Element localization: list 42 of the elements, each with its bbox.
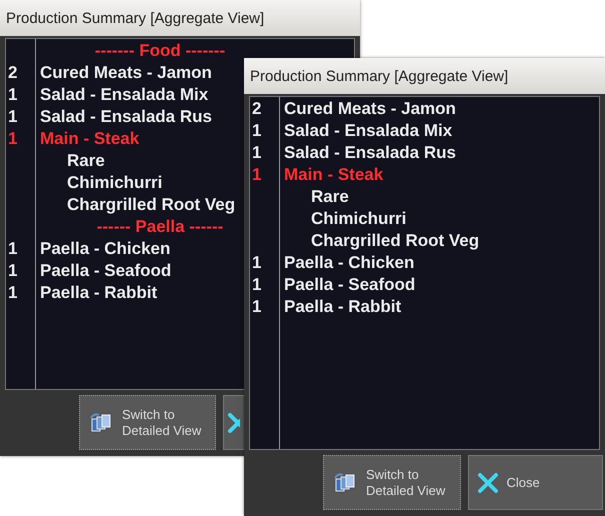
quantity-text: 1 bbox=[252, 275, 262, 294]
item-name: Salad - Ensalada Mix bbox=[283, 120, 452, 142]
quantity-text: 1 bbox=[8, 283, 18, 302]
category-header: ------- Food ------- bbox=[94, 40, 226, 62]
item-name: Paella - Seafood bbox=[283, 274, 416, 296]
quantity-text: 1 bbox=[252, 165, 262, 184]
close-icon bbox=[227, 412, 240, 434]
quantity-text: 2 bbox=[252, 99, 262, 118]
item-name: Paella - Rabbit bbox=[39, 282, 158, 304]
switch-view-button[interactable]: Switch to Detailed View bbox=[323, 455, 460, 510]
item-name: Main - Steak bbox=[39, 128, 140, 150]
item-name: Salad - Ensalada Rus bbox=[39, 106, 212, 128]
item-name: Salad - Ensalada Rus bbox=[283, 142, 456, 164]
item-name: Paella - Chicken bbox=[39, 238, 170, 260]
item-name: Salad - Ensalada Mix bbox=[39, 84, 208, 106]
modifier-text: Chargrilled Root Veg bbox=[66, 194, 236, 216]
modifier-text: Chargrilled Root Veg bbox=[310, 230, 480, 252]
item-name: Main - Steak bbox=[283, 164, 384, 186]
window-title: Production Summary [Aggregate View] bbox=[0, 0, 360, 36]
quantity-text: 1 bbox=[8, 85, 18, 104]
close-icon bbox=[476, 472, 498, 494]
close-button[interactable]: Close bbox=[468, 455, 603, 510]
quantity-text: 1 bbox=[8, 107, 18, 126]
item-name: Cured Meats - Jamon bbox=[39, 62, 212, 84]
item-name: Cured Meats - Jamon bbox=[283, 98, 456, 120]
modifier-text: Rare bbox=[66, 150, 105, 172]
quantity-text: 1 bbox=[252, 297, 262, 316]
modifier-text: Rare bbox=[310, 186, 349, 208]
quantity-text: 1 bbox=[8, 239, 18, 258]
quantity-text: 1 bbox=[252, 121, 262, 140]
modifier-text: Chimichurri bbox=[66, 172, 162, 194]
quantity-text: 2 bbox=[8, 63, 18, 82]
switch-view-button[interactable]: Switch to Detailed View bbox=[79, 395, 216, 450]
item-name: Paella - Rabbit bbox=[283, 296, 402, 318]
window-title: Production Summary [Aggregate View] bbox=[244, 58, 605, 94]
quantity-text: 1 bbox=[8, 129, 18, 148]
quantity-text: 1 bbox=[252, 253, 262, 272]
item-name: Paella - Seafood bbox=[39, 260, 172, 282]
quantity-text: 1 bbox=[252, 143, 262, 162]
item-name: Paella - Chicken bbox=[283, 252, 414, 274]
quantity-text: 1 bbox=[8, 261, 18, 280]
modifier-text: Chimichurri bbox=[310, 208, 406, 230]
